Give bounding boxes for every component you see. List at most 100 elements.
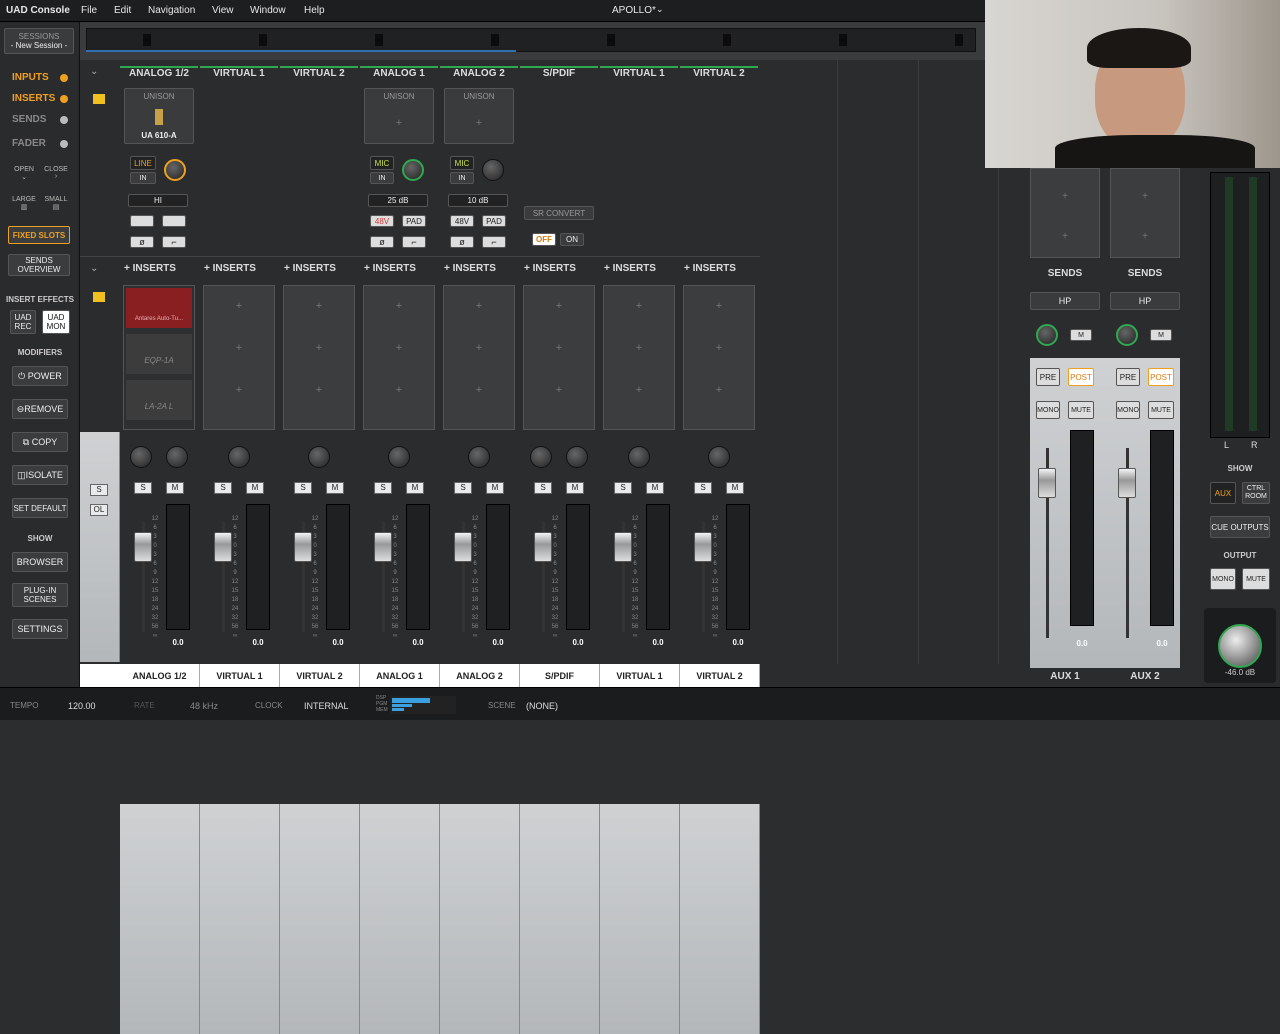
view-inputs-button[interactable]: INPUTS [12,72,68,83]
insert-slots[interactable]: + + + [443,285,515,430]
pan-knob[interactable] [388,446,410,468]
menu-edit[interactable]: Edit [114,5,131,16]
collapse-inserts-icon[interactable]: ⌄ [90,263,98,274]
menu-navigation[interactable]: Navigation [148,5,195,16]
inserts-header[interactable]: + INSERTS [124,263,202,279]
collapse-inputs-icon[interactable]: ⌄ [90,66,98,77]
show-aux-button[interactable]: AUX [1210,482,1236,504]
mute-button[interactable]: M [326,482,344,494]
post-button[interactable]: POST [1148,368,1174,386]
mute-button[interactable]: M [646,482,664,494]
channel-footer-name[interactable]: ANALOG 2 [440,664,520,688]
chevron-down-icon[interactable]: ⌄ [656,4,664,15]
blank-button[interactable] [162,215,186,227]
unison-slot[interactable]: UNISON + [444,88,514,144]
close-button[interactable]: CLOSE › [44,166,68,180]
aux-insert-slots[interactable]: + + [1110,168,1180,258]
channel-footer-name[interactable]: VIRTUAL 1 [600,664,680,688]
inserts-header[interactable]: + INSERTS [364,263,442,279]
isolate-button[interactable]: ◫ ISOLATE [12,465,68,485]
large-button[interactable]: LARGE ▥ [12,196,36,211]
insert-plugin[interactable]: Antares Auto-Tu... [126,288,192,328]
solo-button[interactable]: S [534,482,552,494]
add-insert-icon[interactable]: + [284,300,354,312]
phase-icon[interactable]: ø [450,236,474,248]
view-sends-button[interactable]: SENDS [12,114,68,125]
add-insert-icon[interactable]: + [524,384,594,396]
clock-value[interactable]: INTERNAL [304,701,349,711]
lowcut-icon[interactable]: ⌐ [482,236,506,248]
hp-send-knob[interactable] [1116,324,1138,346]
phase-icon[interactable]: ø [370,236,394,248]
pad-button[interactable]: PAD [402,215,426,227]
scene-value[interactable]: (NONE) [526,701,558,711]
add-insert-icon[interactable]: + [1111,191,1179,202]
unison-slot[interactable]: UNISON + [364,88,434,144]
insert-slots[interactable]: Antares Auto-Tu... EQP-1A LA-2A L [123,285,195,430]
monitor-level-knob[interactable] [1218,624,1262,668]
plugin-scenes-button[interactable]: PLUG-IN SCENES [12,583,68,607]
add-insert-icon[interactable]: + [204,384,274,396]
channel-footer-name[interactable]: VIRTUAL 1 [200,664,280,688]
view-inserts-button[interactable]: INSERTS [12,93,68,104]
lowcut-icon[interactable]: ⌐ [402,236,426,248]
add-insert-icon[interactable]: + [444,342,514,354]
solo-button[interactable]: S [454,482,472,494]
channel-name-header[interactable]: VIRTUAL 2 [280,66,358,80]
add-insert-icon[interactable]: + [284,384,354,396]
channel-footer-name[interactable]: ANALOG 1 [360,664,440,688]
mute-button[interactable]: M [246,482,264,494]
uad-rec-button[interactable]: UAD REC [10,310,36,334]
add-insert-icon[interactable]: + [204,300,274,312]
remove-button[interactable]: ⊖ REMOVE [12,399,68,419]
mute-button[interactable]: MUTE [1148,401,1174,419]
add-insert-icon[interactable]: + [604,300,674,312]
folder-icon[interactable] [93,94,105,104]
fixed-slots-button[interactable]: FIXED SLOTS [8,226,70,244]
send-mute-button[interactable]: M [1070,329,1092,341]
insert-slots[interactable]: + + + [683,285,755,430]
pan-knob-left[interactable] [130,446,152,468]
channel-name-header[interactable]: VIRTUAL 1 [200,66,278,80]
menu-window[interactable]: Window [250,5,286,16]
rate-value[interactable]: 48 kHz [190,701,218,711]
add-insert-icon[interactable]: + [604,342,674,354]
mic-button[interactable]: MIC [370,156,394,170]
output-mono-button[interactable]: MONO [1210,568,1236,590]
inserts-header[interactable]: + INSERTS [524,263,602,279]
send-mute-button[interactable]: M [1150,329,1172,341]
session-title[interactable]: APOLLO* [612,5,656,16]
gain-knob[interactable] [482,159,504,181]
overview-track[interactable] [86,28,976,52]
insert-slots[interactable]: + + + [523,285,595,430]
pan-knob[interactable] [228,446,250,468]
channel-footer-name[interactable]: VIRTUAL 2 [680,664,760,688]
gain-knob[interactable] [164,159,186,181]
cue-outputs-button[interactable]: CUE OUTPUTS [1210,516,1270,538]
ctrl-room-button[interactable]: CTRL ROOM [1242,482,1270,504]
mic-button[interactable]: MIC [450,156,474,170]
pan-knob[interactable] [628,446,650,468]
menu-file[interactable]: File [81,5,97,16]
aux1-name[interactable]: AUX 1 [1030,671,1100,682]
mono-button[interactable]: MONO [1036,401,1060,419]
mono-button[interactable]: MONO [1116,401,1140,419]
sessions-button[interactable]: SESSIONS - New Session - [4,28,74,54]
solo-button[interactable]: S [694,482,712,494]
insert-slots[interactable]: + + + [363,285,435,430]
gain-knob[interactable] [402,159,424,181]
inserts-header[interactable]: + INSERTS [204,263,282,279]
channel-name-header[interactable]: ANALOG 1/2 [120,66,198,80]
channel-name-header[interactable]: VIRTUAL 1 [600,66,678,80]
blank-button[interactable] [130,215,154,227]
channel-footer-name[interactable]: VIRTUAL 2 [280,664,360,688]
pan-knob-left[interactable] [530,446,552,468]
mute-button[interactable]: MUTE [1068,401,1094,419]
uad-mon-button[interactable]: UAD MON [42,310,70,334]
aux1-fader[interactable] [1038,468,1056,498]
solo-button[interactable]: S [134,482,152,494]
add-insert-icon[interactable]: + [444,384,514,396]
phantom-48v-button[interactable]: 48V [450,215,474,227]
solo-button[interactable]: S [294,482,312,494]
sr-convert-on-button[interactable]: ON [560,233,584,246]
